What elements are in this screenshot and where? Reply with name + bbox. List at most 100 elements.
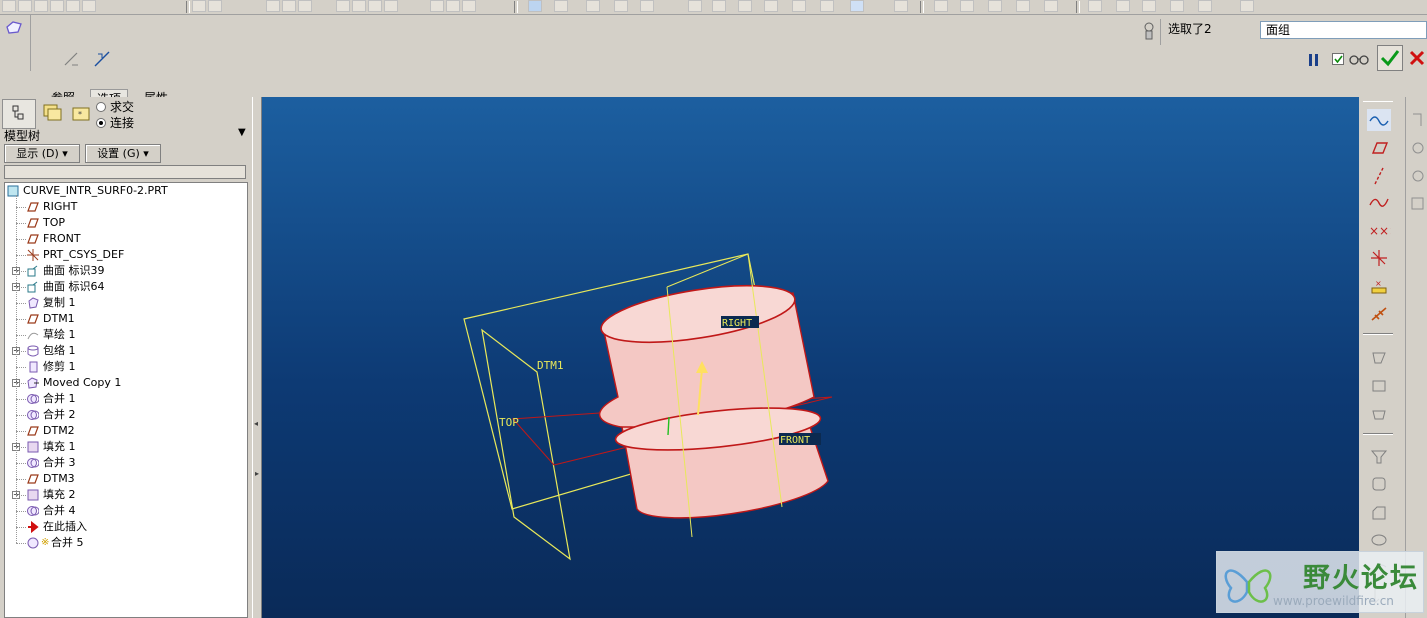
tree-item[interactable]: CURVE_INTR_SURF0-2.PRT [5, 183, 245, 199]
save-icon[interactable] [34, 0, 48, 12]
view-manager-icon[interactable] [792, 0, 806, 12]
folder-browser-tab[interactable] [38, 99, 68, 127]
new-icon[interactable] [2, 0, 16, 12]
copy-icon[interactable] [282, 0, 296, 12]
tree-item[interactable]: DTM2 [5, 423, 245, 439]
redo-icon[interactable] [208, 0, 222, 12]
rib-tool-icon[interactable] [1367, 403, 1391, 425]
zoom-out-icon[interactable] [688, 0, 702, 12]
cut-icon[interactable] [266, 0, 280, 12]
tree-item[interactable]: + 包络 1 [5, 343, 245, 359]
tree-item[interactable]: 在此插入 [5, 519, 245, 535]
print-icon[interactable] [50, 0, 64, 12]
open-icon[interactable] [18, 0, 32, 12]
filter-select[interactable]: 面组 [1260, 21, 1427, 39]
save-copy-icon[interactable] [82, 0, 96, 12]
display-menu-button[interactable]: 显示 (D) ▾ [4, 144, 80, 163]
draft-tool-icon[interactable] [1367, 445, 1391, 467]
regenerate-icon[interactable] [352, 0, 366, 12]
paste-icon[interactable] [298, 0, 312, 12]
orient-icon[interactable] [586, 0, 600, 12]
csys-tool-icon[interactable] [1367, 247, 1391, 269]
tree-item[interactable]: DTM3 [5, 471, 245, 487]
datum-axis-tool-icon[interactable] [1367, 165, 1391, 187]
find-icon[interactable] [368, 0, 382, 12]
pause-icon[interactable] [1304, 51, 1322, 69]
tree-item[interactable]: 合并 3 [5, 455, 245, 471]
tree-item[interactable]: TOP [5, 215, 245, 231]
tree-item[interactable]: 合并 2 [5, 407, 245, 423]
saved-views-icon[interactable] [764, 0, 778, 12]
datum-plane-tool-icon[interactable] [1367, 137, 1391, 159]
round-tool-icon[interactable] [1367, 473, 1391, 495]
context-help-icon[interactable] [1240, 0, 1254, 12]
tree-item[interactable]: DTM1 [5, 311, 245, 327]
side-flip-icon[interactable] [62, 49, 82, 69]
repaint-icon[interactable] [528, 0, 542, 12]
settings-menu-button[interactable]: 设置 (G) ▾ [85, 144, 161, 163]
selector-icon[interactable] [1140, 19, 1158, 41]
spin-icon[interactable] [1088, 0, 1102, 12]
hidden-line-icon[interactable] [820, 0, 834, 12]
tree-item[interactable]: + 曲面 标识64 [5, 279, 245, 295]
model-tree-tab[interactable] [2, 99, 36, 129]
tree-item[interactable]: 复制 1 [5, 295, 245, 311]
tree-item[interactable]: PRT_CSYS_DEF [5, 247, 245, 263]
email-icon[interactable] [66, 0, 80, 12]
tree-item[interactable]: + Moved Copy 1 [5, 375, 245, 391]
datum-axis-toggle-icon[interactable] [960, 0, 974, 12]
tree-item[interactable]: 合并 4 [5, 503, 245, 519]
panel-splitter[interactable]: ◂ ▸ [252, 97, 262, 618]
expand-right-icon[interactable]: ▸ [255, 469, 259, 478]
preview-checkbox[interactable] [1332, 53, 1344, 65]
analysis-feature-icon[interactable]: × [1367, 275, 1391, 297]
mirror-tool-icon[interactable] [1409, 109, 1425, 131]
tree-item[interactable]: RIGHT [5, 199, 245, 215]
datum-plane-toggle-icon[interactable] [934, 0, 948, 12]
tree-item[interactable]: 草绘 1 [5, 327, 245, 343]
tree-item[interactable]: FRONT [5, 231, 245, 247]
datum-curve-toggle-icon[interactable] [1367, 109, 1391, 131]
display-style-icon[interactable] [850, 0, 864, 12]
annotation-toggle-icon[interactable] [1044, 0, 1058, 12]
graphics-window[interactable]: DTM1 TOP RIGHT FRONT [262, 97, 1359, 618]
datum-point-tool-icon[interactable]: ××× [1367, 219, 1399, 241]
chamfer-tool-icon[interactable] [1367, 501, 1391, 523]
windows-icon[interactable] [446, 0, 460, 12]
tree-item[interactable]: + 曲面 标识39 [5, 263, 245, 279]
tree-item[interactable]: 合并 1 [5, 391, 245, 407]
pattern-tool-icon[interactable] [1409, 193, 1425, 215]
refit-icon[interactable] [712, 0, 726, 12]
hole-tool-icon[interactable] [1367, 347, 1391, 369]
csys-toggle-icon[interactable] [1016, 0, 1030, 12]
select-box-icon[interactable] [384, 0, 398, 12]
trim-tool-icon[interactable] [1409, 165, 1425, 187]
tree-item[interactable]: ※ 合并 5 [5, 535, 245, 551]
collapse-left-icon[interactable]: ◂ [254, 419, 258, 428]
layer-icon[interactable] [430, 0, 444, 12]
shade-icon[interactable] [640, 0, 654, 12]
datum-display-icon[interactable] [894, 0, 908, 12]
revolve-tool-icon[interactable] [1367, 529, 1391, 551]
tree-item[interactable]: 修剪 1 [5, 359, 245, 375]
paste-special-icon[interactable] [336, 0, 350, 12]
datum-point-toggle-icon[interactable] [988, 0, 1002, 12]
spin-center-icon[interactable] [554, 0, 568, 12]
glasses-preview-icon[interactable] [1348, 53, 1370, 67]
model-player-icon[interactable] [1170, 0, 1184, 12]
cancel-button[interactable] [1406, 47, 1427, 69]
ok-button[interactable] [1377, 45, 1403, 71]
tree-menu-chevron-icon[interactable]: ▼ [238, 127, 246, 138]
undo-icon[interactable] [192, 0, 206, 12]
merge-tool-side-icon[interactable] [1409, 137, 1425, 159]
datum-curve-tool-icon[interactable] [1367, 191, 1391, 213]
tree-item[interactable]: + 填充 2 [5, 487, 245, 503]
direction-flip-icon[interactable] [92, 49, 112, 69]
analysis-icon[interactable] [1142, 0, 1156, 12]
view-icon[interactable] [462, 0, 476, 12]
zoom-in-icon[interactable] [614, 0, 628, 12]
pan-icon[interactable] [1116, 0, 1130, 12]
shell-tool-icon[interactable] [1367, 375, 1391, 397]
reorient-icon[interactable] [738, 0, 752, 12]
favorites-tab[interactable]: * [72, 105, 90, 121]
